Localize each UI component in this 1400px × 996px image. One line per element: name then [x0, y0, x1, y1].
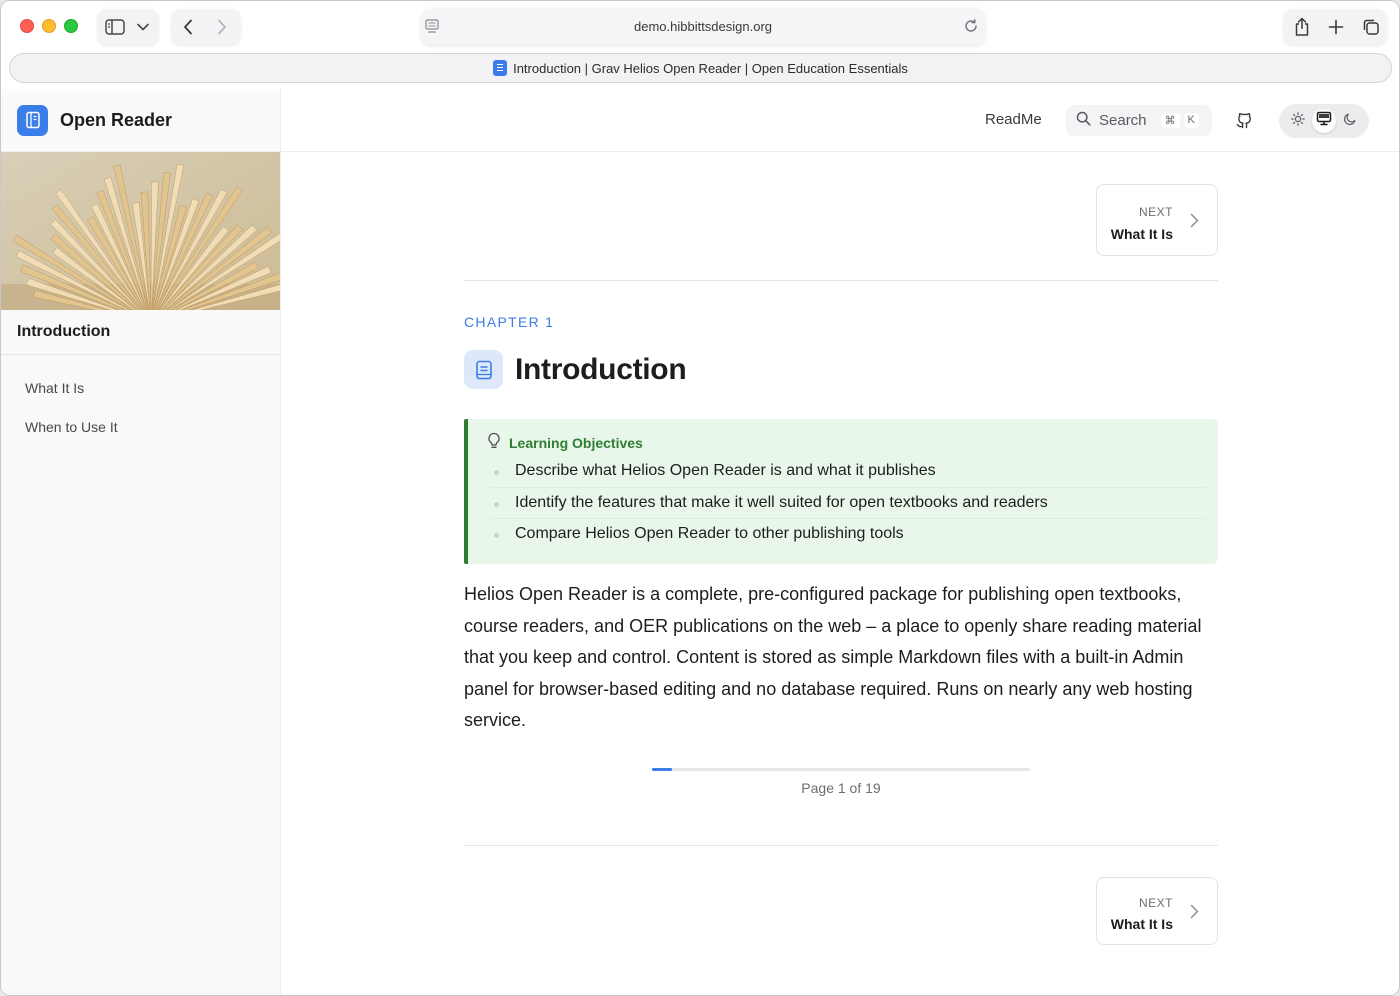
brand[interactable]: Open Reader [1, 89, 280, 152]
reload-icon[interactable] [963, 18, 979, 39]
sidebar-item-what-it-is[interactable]: What It Is [1, 371, 280, 410]
next-label: NEXT [1138, 205, 1173, 219]
book-icon [464, 350, 503, 389]
light-theme-button[interactable] [1286, 109, 1310, 133]
sidebar-toggle-button[interactable] [103, 9, 127, 45]
monitor-icon [1316, 111, 1332, 131]
next-title: What It Is [1110, 226, 1173, 242]
sidebar-item-when-to-use-it[interactable]: When to Use It [1, 410, 280, 449]
tab-overview-button[interactable] [1359, 9, 1383, 45]
zoom-window-button[interactable] [64, 19, 78, 33]
sidebar-icon [105, 19, 125, 35]
browser-window: demo.hibbittsdesign.org Introduction | G… [0, 0, 1400, 996]
objectives-heading: Learning Objectives [509, 434, 643, 451]
minimize-window-button[interactable] [42, 19, 56, 33]
new-tab-button[interactable] [1325, 9, 1347, 45]
chevron-right-icon [217, 19, 227, 35]
body-paragraph: Helios Open Reader is a complete, pre-co… [464, 584, 1202, 730]
shortcut-mod-key: ⌘ [1160, 113, 1180, 128]
sun-icon [1291, 111, 1305, 131]
brand-name: Open Reader [60, 109, 173, 130]
website: Open Reader Introduction What It Is When… [1, 89, 1399, 995]
next-title: What It Is [1110, 916, 1173, 932]
chevron-down-icon [137, 23, 149, 31]
search-button[interactable]: Search ⌘ K [1066, 105, 1212, 136]
sidebar-section-title[interactable]: Introduction [1, 310, 280, 355]
tab-title: Introduction | Grav Helios Open Reader |… [513, 60, 908, 76]
next-page-top-button[interactable]: NEXT What It Is [1096, 184, 1218, 256]
next-label: NEXT [1138, 896, 1173, 910]
lightbulb-icon [487, 432, 501, 453]
page-title: Introduction [515, 352, 687, 386]
system-theme-button[interactable] [1312, 109, 1336, 133]
page-heading: Introduction [464, 350, 687, 389]
hero-book-image [1, 152, 280, 310]
github-icon[interactable] [1235, 111, 1253, 134]
shortcut-key: K [1183, 113, 1199, 128]
page-counter: Page 1 of 19 [801, 780, 881, 796]
sidebar: Open Reader Introduction What It Is When… [1, 89, 281, 995]
progress-track [652, 768, 1030, 771]
share-icon [1294, 17, 1310, 37]
close-window-button[interactable] [20, 19, 34, 33]
book-logo-icon [17, 104, 48, 136]
forward-button[interactable] [211, 9, 233, 45]
sidebar-menu-button[interactable] [135, 9, 151, 45]
divider [464, 845, 1218, 846]
chevron-right-icon [1190, 213, 1199, 233]
moon-icon [1343, 112, 1357, 131]
list-item: Describe what Helios Open Reader is and … [490, 456, 1206, 488]
dark-theme-button[interactable] [1338, 109, 1362, 133]
progress-fill [652, 768, 672, 771]
browser-toolbar: demo.hibbittsdesign.org [1, 1, 1399, 53]
objectives-list: Describe what Helios Open Reader is and … [490, 456, 1206, 551]
theme-switcher [1279, 104, 1369, 138]
list-item: Compare Helios Open Reader to other publ… [490, 519, 1206, 551]
document-favicon-icon [493, 60, 508, 76]
learning-objectives-callout: Learning Objectives Describe what Helios… [464, 419, 1218, 564]
search-shortcut: ⌘ K [1160, 113, 1199, 128]
readme-link[interactable]: ReadMe [985, 111, 1042, 128]
url-text: demo.hibbittsdesign.org [633, 19, 773, 34]
list-item: Identify the features that make it well … [490, 488, 1206, 519]
share-button[interactable] [1291, 9, 1313, 45]
chevron-right-icon [1190, 904, 1199, 924]
search-label: Search [1099, 112, 1147, 129]
sidebar-nav: What It Is When to Use It [1, 371, 280, 449]
objectives-header: Learning Objectives [487, 432, 643, 453]
next-page-bottom-button[interactable]: NEXT What It Is [1096, 877, 1218, 945]
tab-overview-icon [1362, 18, 1380, 36]
chevron-left-icon [183, 19, 193, 35]
search-icon [1076, 111, 1091, 131]
back-button[interactable] [177, 9, 199, 45]
divider [464, 280, 1218, 281]
browser-tab[interactable]: Introduction | Grav Helios Open Reader |… [9, 53, 1392, 83]
address-bar[interactable]: demo.hibbittsdesign.org [421, 9, 985, 45]
plus-icon [1328, 19, 1344, 35]
top-nav: ReadMe Search ⌘ K [281, 89, 1399, 152]
chapter-label: CHAPTER 1 [464, 314, 555, 330]
